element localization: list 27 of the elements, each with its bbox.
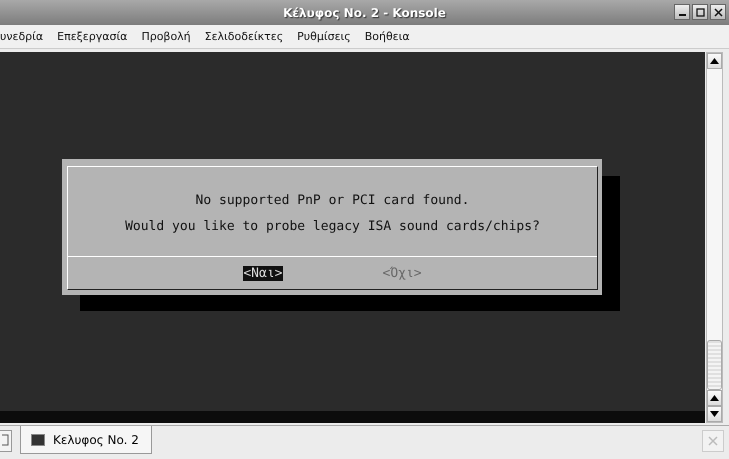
scroll-thumb[interactable] xyxy=(707,340,722,390)
tab[interactable]: Κελυφος No. 2 xyxy=(20,426,152,454)
scroll-up-button[interactable] xyxy=(707,390,722,406)
up-arrow-icon xyxy=(710,395,719,401)
scrollbar[interactable] xyxy=(706,52,723,423)
close-button[interactable] xyxy=(710,4,726,20)
menu-item[interactable]: Σελιδοδείκτες xyxy=(198,30,290,43)
maximize-icon xyxy=(696,8,704,16)
dialog-message: No supported PnP or PCI card found. xyxy=(196,193,470,208)
close-tab-icon xyxy=(706,435,720,447)
menu-item[interactable]: Βοήθεια xyxy=(358,30,417,43)
new-tab-button[interactable] xyxy=(0,430,12,452)
dialog-message: Would you like to probe legacy ISA sound cards/chips? xyxy=(125,219,540,234)
minimize-button[interactable] xyxy=(674,4,690,20)
maximize-button[interactable] xyxy=(692,4,708,20)
close-icon xyxy=(714,8,722,16)
up-arrow-icon xyxy=(710,58,719,64)
menu-item[interactable]: Ρυθμίσεις xyxy=(290,30,358,43)
down-arrow-icon xyxy=(710,411,719,417)
scroll-down-button[interactable] xyxy=(707,406,722,422)
menu-item[interactable]: Προβολή xyxy=(134,30,198,43)
window-title: Κέλυφος No. 2 - Konsole xyxy=(283,6,446,20)
menu-item[interactable]: υνεδρία xyxy=(0,30,50,43)
menu-item[interactable]: Επεξεργασία xyxy=(50,30,134,43)
scroll-up-button[interactable] xyxy=(707,53,722,69)
minimize-icon xyxy=(678,14,686,16)
dialog-button[interactable]: <Ναι> xyxy=(243,266,282,280)
